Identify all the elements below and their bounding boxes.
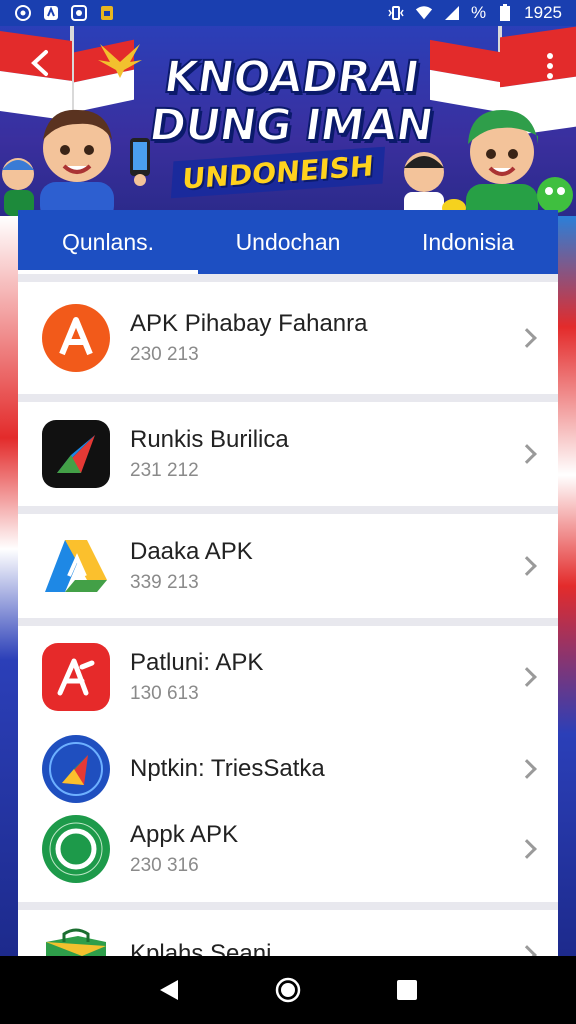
app-meta: 130 613 [130, 683, 199, 704]
back-button[interactable] [26, 48, 56, 78]
list-card: APK Pihabay Fahanra 230 213 [18, 282, 558, 394]
status-right-icons: % 1925 [387, 3, 562, 23]
app-meta: 339 213 [130, 572, 199, 593]
vpn-icon [14, 4, 32, 22]
list-item[interactable]: Kplahs Seani [18, 906, 558, 956]
banner-title-line3: UNDONEISH [170, 146, 385, 199]
app-name: Kplahs Seani [130, 940, 272, 956]
chevron-right-icon [517, 945, 537, 956]
app-meta: 230 213 [130, 344, 199, 365]
header-banner: KNOADRAI DUNG IMAN UNDONEISH [0, 26, 576, 216]
more-vert-icon [547, 53, 553, 79]
nav-recents-button[interactable] [387, 970, 427, 1010]
app-name: Patluni: APK [130, 649, 264, 676]
tab-qunlans[interactable]: Qunlans. [18, 210, 198, 274]
apk-red-a-icon [42, 304, 110, 372]
app-name: Runkis Burilica [130, 426, 289, 453]
banner-title-line2: DUNG IMAN [145, 99, 437, 152]
recents-nav-icon [396, 980, 417, 1000]
arrow-play-icon [42, 420, 110, 488]
tab-label: Indonisia [421, 228, 515, 255]
list-card: Runkis Burilica 231 212 [18, 402, 558, 506]
system-nav-bar [0, 956, 576, 1024]
list-card: Patluni: APK 130 613 Nptkin: TriesSatka … [18, 626, 558, 902]
green-bag-icon [42, 922, 110, 956]
battery-percent: % [471, 3, 487, 22]
tab-label: Undochan [235, 228, 341, 255]
green-badge-icon [42, 815, 110, 883]
list-item[interactable]: Appk APK 230 316 [18, 804, 558, 894]
chevron-right-icon [517, 839, 537, 859]
list-item[interactable]: Nptkin: TriesSatka [18, 724, 558, 814]
play-compass-icon [42, 735, 110, 803]
status-time: 1925 [524, 3, 562, 22]
status-left-icons [14, 4, 116, 22]
nav-home-button[interactable] [268, 970, 308, 1010]
more-options-button[interactable] [546, 52, 554, 84]
signal-icon [443, 4, 461, 22]
banner-title: KNOADRAI DUNG IMAN UNDONEISH [140, 51, 437, 199]
app-name: Nptkin: TriesSatka [130, 755, 325, 782]
tab-bar: Qunlans. Undochan Indonisia [18, 210, 558, 274]
chevron-right-icon [517, 556, 537, 576]
sync-icon [42, 4, 60, 22]
list-item[interactable]: Daaka APK 339 213 [18, 521, 558, 611]
sim-icon [98, 4, 116, 22]
list-item[interactable]: APK Pihabay Fahanra 230 213 [18, 293, 558, 383]
record-icon [70, 4, 88, 22]
chevron-right-icon [517, 444, 537, 464]
app-meta: 230 316 [130, 855, 199, 876]
app-name: Appk APK [130, 821, 239, 848]
banner-title-line1: KNOADRAI [160, 51, 423, 104]
tab-indonisia[interactable]: Indonisia [378, 210, 558, 274]
side-decoration-right [558, 216, 576, 956]
list-item[interactable]: Runkis Burilica 231 212 [18, 409, 558, 499]
tab-label: Qunlans. [61, 228, 155, 255]
back-nav-icon [160, 980, 179, 1000]
cartoon-kid-left [2, 158, 34, 216]
list-card: Kplahs Seani [18, 910, 558, 956]
drive-triangle-icon [42, 532, 110, 600]
chevron-right-icon [517, 328, 537, 348]
tab-undochan[interactable]: Undochan [198, 210, 378, 274]
chevron-right-icon [517, 759, 537, 779]
back-arrow-icon [31, 50, 48, 76]
wifi-icon [415, 4, 433, 22]
side-decoration-left [0, 216, 18, 956]
app-list: APK Pihabay Fahanra 230 213 Runkis Buril… [18, 274, 558, 956]
home-nav-icon [275, 977, 301, 1003]
list-card: Daaka APK 339 213 [18, 514, 558, 618]
app-name: APK Pihabay Fahanra [130, 310, 368, 337]
chevron-right-icon [517, 667, 537, 687]
nav-back-button[interactable] [149, 970, 189, 1010]
battery-icon [496, 4, 514, 22]
garuda-emblem-icon [98, 44, 142, 78]
app-meta: 231 212 [130, 460, 199, 481]
status-bar: % 1925 [0, 0, 576, 26]
list-item[interactable]: Patluni: APK 130 613 [18, 632, 558, 722]
app-name: Daaka APK [130, 538, 253, 565]
red-a-icon [42, 643, 110, 711]
vibrate-icon [387, 4, 405, 22]
